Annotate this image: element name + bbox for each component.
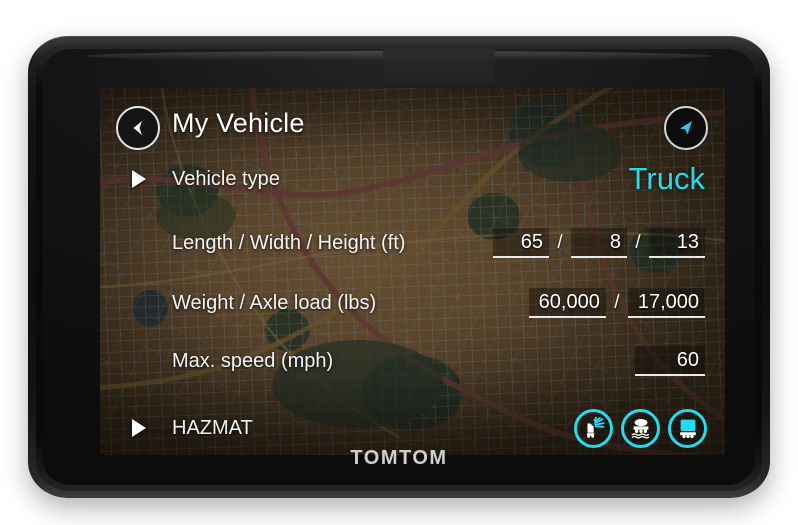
row-label-weight: Weight / Axle load (lbs) [172, 291, 377, 314]
page-title: My Vehicle [172, 108, 305, 138]
hazmat-icon-group [574, 408, 707, 448]
navigation-view-button[interactable] [664, 106, 708, 150]
max-speed-fields: 60 [635, 346, 705, 376]
chevron-right-icon [132, 170, 146, 188]
weight-field[interactable]: 60,000 [528, 288, 606, 318]
width-field[interactable]: 8 [571, 228, 627, 258]
navigation-arrow-icon [680, 121, 692, 135]
row-label-hazmat: HAZMAT [172, 416, 253, 439]
row-label-dimensions: Length / Width / Height (ft) [172, 231, 406, 254]
hazmat-water-pollutant-truck-button[interactable] [621, 408, 660, 448]
vehicle-settings-ui: My Vehicle Vehicle type Truck Length / W… [100, 88, 725, 455]
speaker-grille [383, 49, 495, 83]
hazmat-general-cargo-truck-icon [679, 419, 696, 439]
row-vehicle-type[interactable]: Vehicle type Truck [100, 161, 725, 197]
hazmat-water-pollutant-truck-icon [631, 419, 649, 439]
axle-load-field[interactable]: 17,000 [627, 288, 705, 318]
dimension-fields: 65 / 8 / 13 [493, 228, 705, 258]
device-screen[interactable]: My Vehicle Vehicle type Truck Length / W… [100, 88, 725, 455]
row-weight: Weight / Axle load (lbs) 60,000 / 17,000 [100, 286, 725, 320]
row-dimensions: Length / Width / Height (ft) 65 / 8 / 13 [100, 226, 725, 260]
hazmat-explosive-truck-button[interactable] [574, 408, 613, 448]
length-field[interactable]: 65 [493, 228, 549, 258]
back-button[interactable] [116, 106, 160, 150]
tomtom-logo: TomTom [43, 447, 755, 470]
chevron-right-icon [132, 419, 146, 437]
tomtom-logo-text: TomTom [350, 447, 448, 469]
row-hazmat[interactable]: HAZMAT [100, 406, 725, 450]
field-separator: / [557, 232, 563, 253]
tomtom-gps-device: My Vehicle Vehicle type Truck Length / W… [28, 36, 770, 498]
screenshot-stage: My Vehicle Vehicle type Truck Length / W… [0, 0, 798, 525]
weight-fields: 60,000 / 17,000 [528, 288, 705, 318]
height-field[interactable]: 13 [649, 228, 705, 258]
field-separator: / [614, 292, 620, 313]
vehicle-type-value[interactable]: Truck [629, 161, 705, 197]
max-speed-field[interactable]: 60 [635, 346, 705, 376]
field-separator: / [635, 232, 641, 253]
row-max-speed: Max. speed (mph) 60 [100, 344, 725, 378]
hazmat-explosive-truck-icon [586, 416, 605, 438]
row-label-max-speed: Max. speed (mph) [172, 349, 334, 372]
back-arrow-icon [133, 121, 142, 135]
device-front-face: My Vehicle Vehicle type Truck Length / W… [43, 49, 755, 485]
hazmat-general-cargo-truck-button[interactable] [668, 408, 707, 448]
row-label-vehicle-type: Vehicle type [172, 167, 280, 190]
